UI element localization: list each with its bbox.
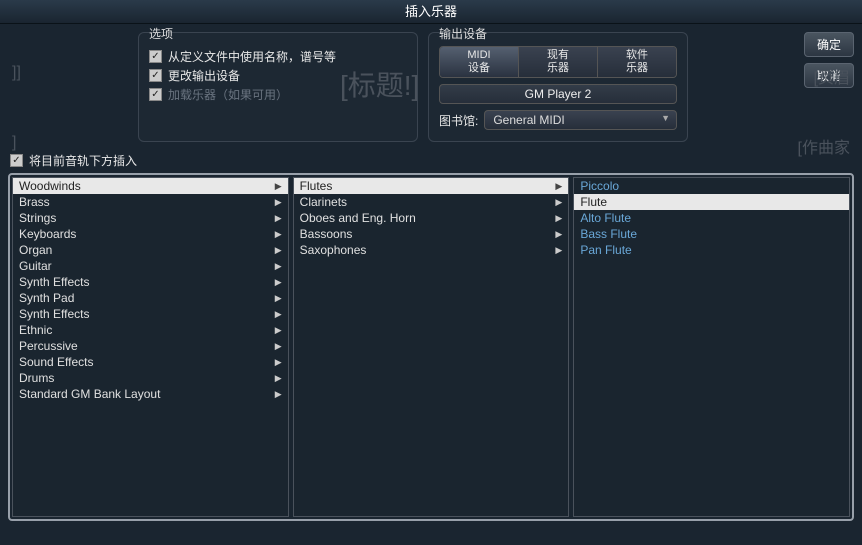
bg-title-shadow: [标题!]: [340, 64, 419, 104]
device-type-0[interactable]: MIDI设备: [440, 47, 519, 77]
output-label: 输出设备: [439, 25, 677, 42]
chevron-right-icon: ▶: [275, 181, 282, 192]
chevron-right-icon: ▶: [275, 245, 282, 256]
use-name-checkbox[interactable]: 从定义文件中使用名称，谱号等: [149, 48, 407, 65]
instrument-browser: Woodwinds▶Brass▶Strings▶Keyboards▶Organ▶…: [8, 173, 854, 521]
list-item[interactable]: Drums▶: [13, 370, 288, 386]
list-item[interactable]: Synth Effects▶: [13, 306, 288, 322]
device-type-1[interactable]: 现有乐器: [519, 47, 598, 77]
list-item[interactable]: Clarinets▶: [294, 194, 569, 210]
chevron-right-icon: ▶: [275, 229, 282, 240]
player-field[interactable]: GM Player 2: [439, 84, 677, 104]
ok-button[interactable]: 确定: [804, 32, 854, 57]
checkbox-icon: [149, 69, 162, 82]
list-item[interactable]: Percussive▶: [13, 338, 288, 354]
chevron-right-icon: ▶: [555, 213, 562, 224]
chevron-right-icon: ▶: [275, 277, 282, 288]
device-type-segment: MIDI设备现有乐器软件乐器: [439, 46, 677, 78]
category-column[interactable]: Woodwinds▶Brass▶Strings▶Keyboards▶Organ▶…: [12, 177, 289, 517]
list-item[interactable]: Flutes▶: [294, 178, 569, 194]
list-item[interactable]: Pan Flute: [574, 242, 849, 258]
library-label: 图书馆:: [439, 112, 478, 129]
checkbox-icon: [149, 88, 162, 101]
list-item[interactable]: Keyboards▶: [13, 226, 288, 242]
chevron-right-icon: ▶: [275, 373, 282, 384]
output-device-panel: 输出设备 MIDI设备现有乐器软件乐器 GM Player 2 图书馆: Gen…: [428, 32, 688, 142]
chevron-right-icon: ▶: [555, 197, 562, 208]
list-item[interactable]: Flute: [574, 194, 849, 210]
use-name-label: 从定义文件中使用名称，谱号等: [168, 48, 336, 65]
chevron-right-icon: ▶: [275, 293, 282, 304]
chevron-right-icon: ▶: [555, 229, 562, 240]
list-item[interactable]: Alto Flute: [574, 210, 849, 226]
list-item[interactable]: Saxophones▶: [294, 242, 569, 258]
chevron-right-icon: ▶: [275, 213, 282, 224]
list-item[interactable]: Sound Effects▶: [13, 354, 288, 370]
chevron-right-icon: ▶: [275, 309, 282, 320]
list-item[interactable]: Brass▶: [13, 194, 288, 210]
chevron-right-icon: ▶: [555, 245, 562, 256]
bg-composer-shadow: [作曲家: [798, 134, 850, 158]
chevron-right-icon: ▶: [275, 325, 282, 336]
list-item[interactable]: Organ▶: [13, 242, 288, 258]
list-item[interactable]: Piccolo: [574, 178, 849, 194]
chevron-right-icon: ▶: [275, 261, 282, 272]
insert-below-checkbox[interactable]: 将目前音轨下方插入: [10, 152, 854, 169]
list-item[interactable]: Synth Effects▶: [13, 274, 288, 290]
change-output-label: 更改输出设备: [168, 67, 240, 84]
checkbox-icon: [10, 154, 23, 167]
load-instrument-label: 加载乐器（如果可用）: [168, 86, 288, 103]
list-item[interactable]: Guitar▶: [13, 258, 288, 274]
chevron-right-icon: ▶: [275, 389, 282, 400]
list-item[interactable]: Synth Pad▶: [13, 290, 288, 306]
chevron-right-icon: ▶: [275, 357, 282, 368]
bg-page-shadow: [页眉: [814, 64, 850, 88]
device-type-2[interactable]: 软件乐器: [598, 47, 676, 77]
insert-below-label: 将目前音轨下方插入: [29, 152, 137, 169]
list-item[interactable]: Bassoons▶: [294, 226, 569, 242]
list-item[interactable]: Oboes and Eng. Horn▶: [294, 210, 569, 226]
list-item[interactable]: Ethnic▶: [13, 322, 288, 338]
list-item[interactable]: Woodwinds▶: [13, 178, 288, 194]
list-item[interactable]: Bass Flute: [574, 226, 849, 242]
chevron-right-icon: ▶: [275, 197, 282, 208]
subcategory-column[interactable]: Flutes▶Clarinets▶Oboes and Eng. Horn▶Bas…: [293, 177, 570, 517]
chevron-right-icon: ▶: [275, 341, 282, 352]
bg-left1-shadow: ]]: [12, 64, 21, 82]
list-item[interactable]: Strings▶: [13, 210, 288, 226]
instrument-column[interactable]: PiccoloFluteAlto FluteBass FlutePan Flut…: [573, 177, 850, 517]
options-label: 选项: [149, 25, 407, 42]
library-select[interactable]: General MIDI: [484, 110, 677, 130]
chevron-right-icon: ▶: [555, 181, 562, 192]
dialog-title: 插入乐器: [0, 0, 862, 24]
checkbox-icon: [149, 50, 162, 63]
bg-left2-shadow: ]: [12, 134, 16, 152]
list-item[interactable]: Standard GM Bank Layout▶: [13, 386, 288, 402]
